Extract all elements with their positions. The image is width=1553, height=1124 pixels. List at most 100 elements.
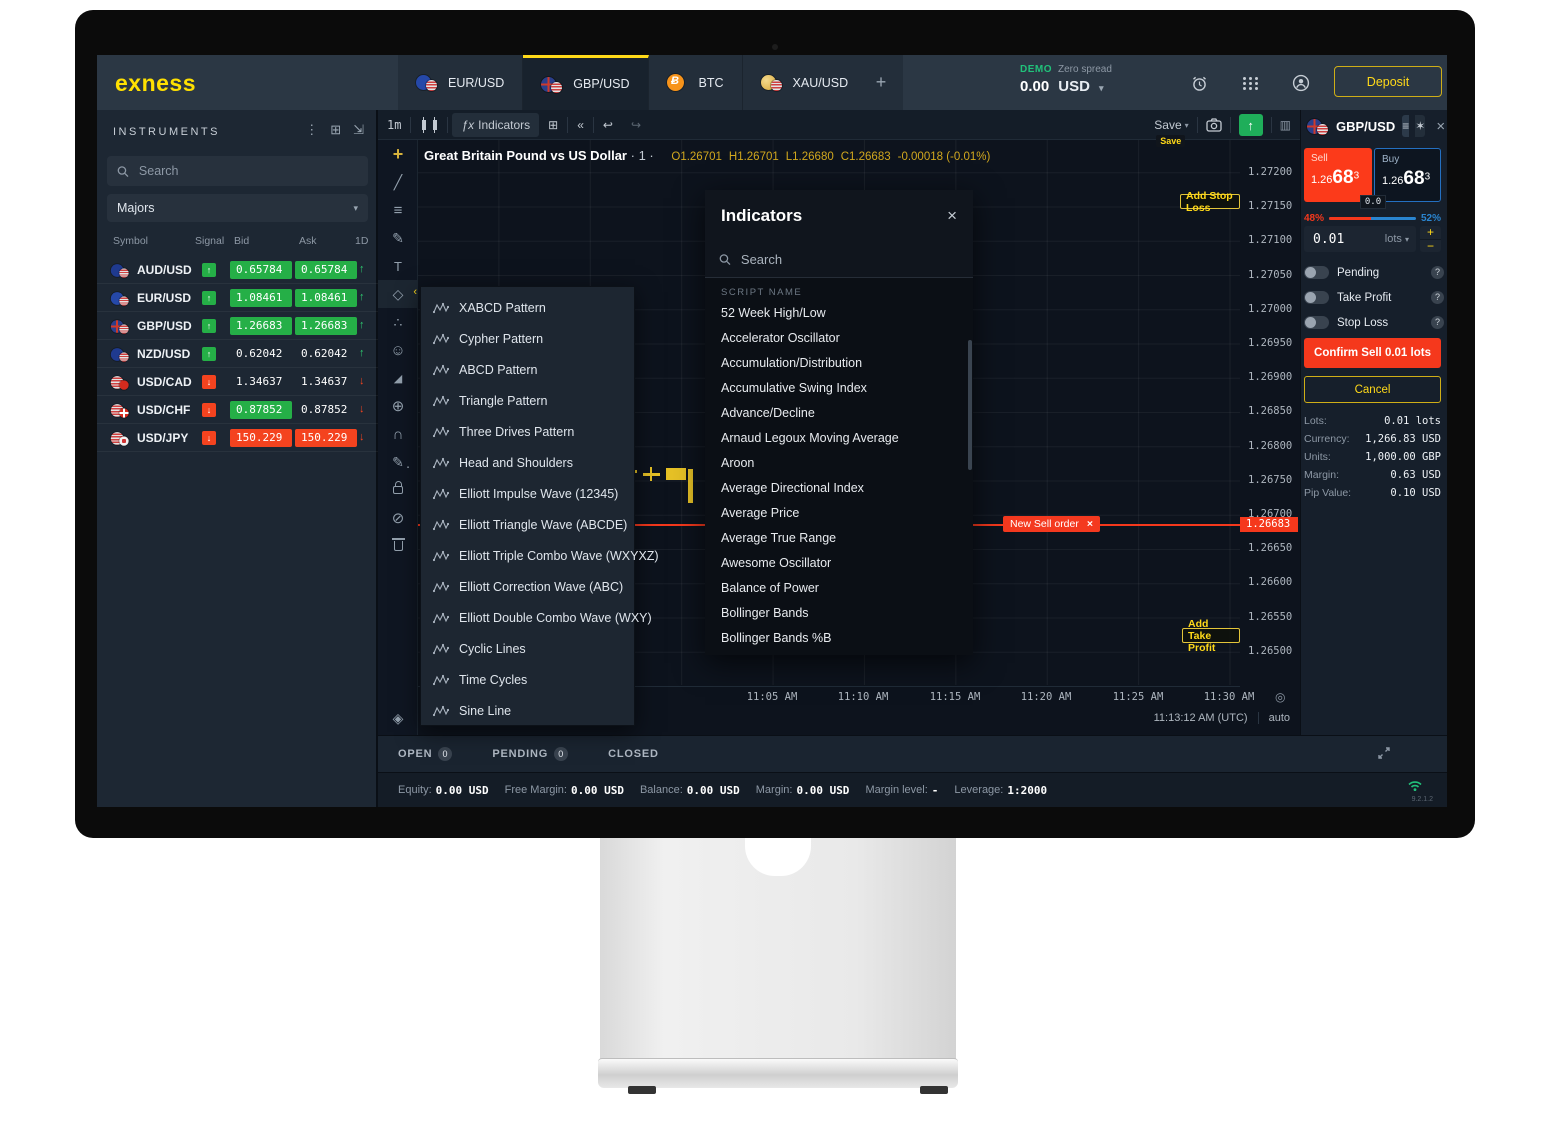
category-select[interactable]: Majors ▾ [107, 194, 368, 222]
chart-tool-icon[interactable] [378, 364, 418, 392]
sparkle-icon[interactable]: ✶ [1414, 115, 1425, 137]
volume-unit-select[interactable]: lots ▾ [1385, 233, 1409, 245]
positions-tab[interactable]: OPEN 0 [398, 747, 452, 761]
ask-quote[interactable]: 1.08461 [295, 289, 357, 307]
redo-icon[interactable]: ↪ [622, 113, 650, 137]
chart-tool-icon[interactable] [378, 140, 418, 168]
help-icon[interactable]: ? [1431, 291, 1444, 304]
undo-icon[interactable]: ↩ [594, 113, 622, 137]
confirm-sell-button[interactable]: Confirm Sell 0.01 lots [1304, 338, 1441, 368]
add-take-profit-chip[interactable]: Add Take Profit [1182, 628, 1240, 643]
instrument-tab[interactable]: GBP/USD [523, 55, 648, 110]
chart-tool-icon[interactable] [378, 532, 418, 560]
patterns-menu-item[interactable]: Cypher Pattern [421, 323, 634, 354]
indicator-list-item[interactable]: Accumulative Swing Index [705, 376, 973, 401]
toggle-switch[interactable] [1304, 316, 1329, 329]
patterns-menu-item[interactable]: Elliott Triple Combo Wave (WXYXZ) [421, 540, 634, 571]
patterns-menu-item[interactable]: Triangle Pattern [421, 385, 634, 416]
chart-tool-icon[interactable] [378, 196, 418, 224]
bid-quote[interactable]: 0.62042 [230, 345, 292, 363]
close-icon[interactable]: × [1087, 518, 1093, 530]
patterns-menu-item[interactable]: Elliott Double Combo Wave (WXY) [421, 602, 634, 633]
rewind-icon[interactable]: « [568, 113, 593, 137]
columns-icon[interactable]: ▥ [1280, 118, 1292, 132]
fullscreen-icon[interactable] [1377, 746, 1391, 760]
indicator-list-item[interactable]: 52 Week High/Low [705, 301, 973, 326]
indicator-list-item[interactable]: Awesome Oscillator [705, 551, 973, 576]
instrument-row[interactable]: USD/JPY 150.229 150.229 [97, 424, 378, 452]
volume-input-box[interactable]: lots ▾ [1304, 226, 1416, 252]
indicator-list-item[interactable]: Bollinger Bands %B [705, 626, 973, 651]
help-icon[interactable]: ? [1431, 316, 1444, 329]
sell-button[interactable]: Sell 1.26683 [1304, 148, 1372, 202]
profile-icon[interactable] [1289, 71, 1313, 95]
instrument-tab[interactable]: BTC [649, 55, 743, 110]
timeframe-button[interactable]: 1m [378, 113, 410, 137]
ask-quote[interactable]: 150.229 [295, 429, 357, 447]
save-layout-button[interactable]: Save ▾ Save [1154, 118, 1188, 132]
ask-quote[interactable]: 1.26683 [295, 317, 357, 335]
buy-signal-button[interactable]: ↑ [1239, 114, 1263, 136]
dialog-search[interactable] [705, 242, 973, 278]
bid-quote[interactable]: 1.34637 [230, 373, 292, 391]
instrument-tab[interactable]: XAU/USD [743, 55, 868, 110]
auto-scale-toggle[interactable]: auto [1269, 712, 1290, 724]
indicator-list-item[interactable]: Arnaud Legoux Moving Average [705, 426, 973, 451]
add-tab-button[interactable]: + [859, 55, 903, 110]
patterns-menu-item[interactable]: Elliott Triangle Wave (ABCDE) [421, 509, 634, 540]
ask-quote[interactable]: 0.62042 [295, 345, 357, 363]
volume-input[interactable] [1311, 231, 1357, 248]
layout-grid-icon[interactable]: ⊞ [539, 113, 567, 137]
patterns-menu-item[interactable]: Cyclic Lines [421, 633, 634, 664]
collapse-icon[interactable]: ⇲ [353, 122, 364, 138]
indicator-list-item[interactable]: Accumulation/Distribution [705, 351, 973, 376]
bid-quote[interactable]: 0.87852 [230, 401, 292, 419]
patterns-menu-item[interactable]: ABCD Pattern [421, 354, 634, 385]
chart-tool-icon[interactable] [378, 448, 418, 476]
ask-quote[interactable]: 1.34637 [295, 373, 357, 391]
instrument-row[interactable]: AUD/USD 0.65784 0.65784 [97, 256, 378, 284]
account-summary[interactable]: DEMOZero spread 0.00 USD ▾ [1020, 64, 1190, 95]
vertical-scrollbar[interactable] [968, 340, 972, 470]
bid-quote[interactable]: 1.26683 [230, 317, 292, 335]
chart-tool-icon[interactable] [378, 224, 418, 252]
camera-icon[interactable] [1206, 118, 1222, 132]
close-icon[interactable]: × [947, 206, 957, 226]
indicator-list-item[interactable]: Average True Range [705, 526, 973, 551]
indicator-list-item[interactable]: Aroon [705, 451, 973, 476]
close-icon[interactable]: × [1436, 118, 1445, 135]
positions-tab[interactable]: CLOSED [608, 748, 659, 760]
toggle-switch[interactable] [1304, 266, 1329, 279]
decrease-volume-button[interactable]: − [1420, 240, 1441, 253]
ask-quote[interactable]: 0.87852 [295, 401, 357, 419]
indicator-list-item[interactable]: Bollinger Bands [705, 601, 973, 626]
sidebar-search-input[interactable] [137, 163, 358, 179]
chart-tool-icon[interactable] [378, 504, 418, 532]
chart-tool-icon[interactable] [378, 252, 418, 280]
indicator-list-item[interactable]: Advance/Decline [705, 401, 973, 426]
sliders-icon[interactable]: ≡ [1402, 115, 1409, 137]
chart-tool-icon[interactable] [378, 392, 418, 420]
instrument-row[interactable]: USD/CHF 0.87852 0.87852 [97, 396, 378, 424]
patterns-menu-item[interactable]: Three Drives Pattern [421, 416, 634, 447]
chevron-down-icon[interactable]: ▾ [1099, 83, 1104, 93]
kebab-menu-icon[interactable]: ⋮ [305, 122, 318, 138]
instrument-row[interactable]: EUR/USD 1.08461 1.08461 [97, 284, 378, 312]
indicators-button[interactable]: ƒxIndicators [452, 113, 539, 137]
bid-quote[interactable]: 1.08461 [230, 289, 292, 307]
alarm-icon[interactable] [1187, 71, 1211, 95]
positions-tab[interactable]: PENDING 0 [492, 747, 568, 761]
indicator-list-item[interactable]: Average Directional Index [705, 476, 973, 501]
sidebar-search[interactable] [107, 156, 368, 186]
chart-tool-icon[interactable] [378, 476, 418, 504]
scroll-to-realtime-icon[interactable]: ◎ [1275, 690, 1285, 704]
chart-tool-icon[interactable] [378, 308, 418, 336]
sell-order-tag[interactable]: New Sell order × [1003, 516, 1100, 532]
chart-tool-icon[interactable] [378, 168, 418, 196]
instrument-row[interactable]: USD/CAD 1.34637 1.34637 [97, 368, 378, 396]
object-tree-icon[interactable]: ◈ [378, 710, 418, 727]
patterns-menu-item[interactable]: Sine Line [421, 695, 634, 726]
patterns-menu-item[interactable]: Time Cycles [421, 664, 634, 695]
indicator-list-item[interactable]: Accelerator Oscillator [705, 326, 973, 351]
chart-style-icon[interactable] [411, 113, 447, 137]
